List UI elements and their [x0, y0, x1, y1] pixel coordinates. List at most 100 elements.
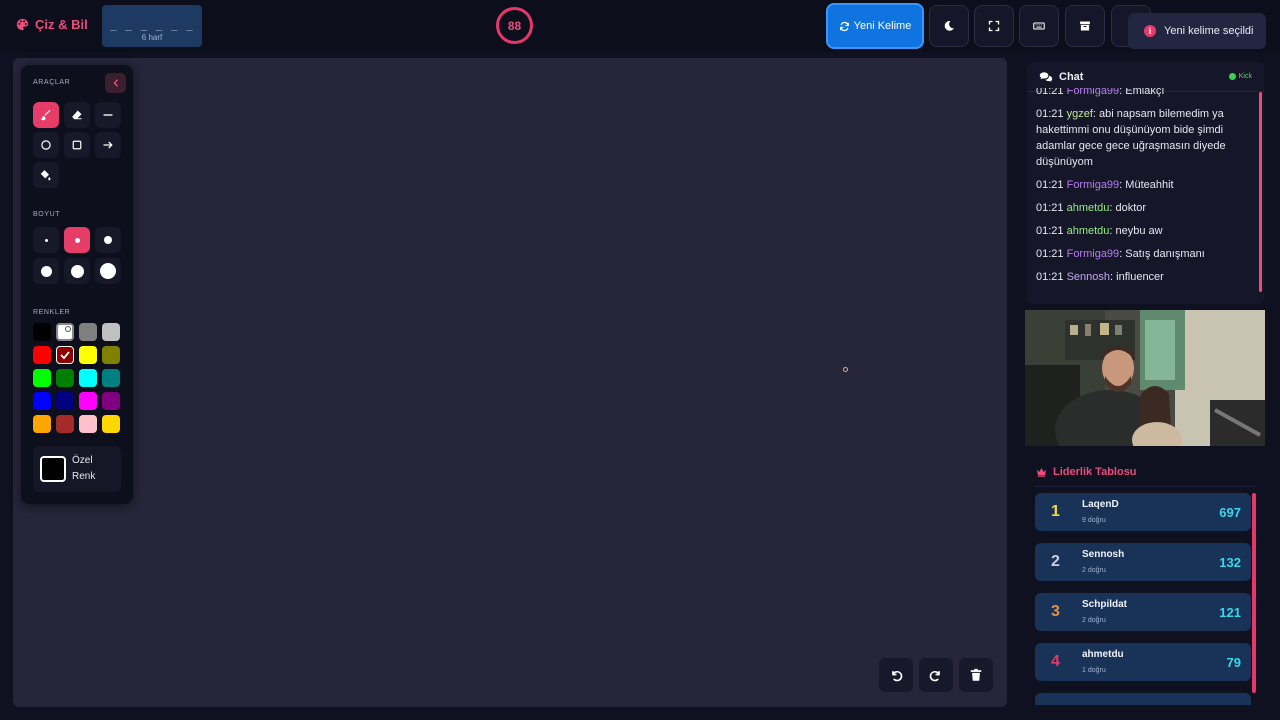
player-correct-count: 9 doğru	[1082, 517, 1106, 524]
message-time: 01:21	[1036, 179, 1064, 191]
color-swatch[interactable]	[33, 392, 51, 410]
size-option-4[interactable]	[33, 258, 59, 284]
moon-icon	[944, 21, 954, 31]
leaderboard-scrollbar[interactable]	[1252, 493, 1256, 693]
color-swatch[interactable]	[56, 369, 74, 387]
size-dot	[44, 238, 48, 242]
chat-message: 01:21 ahmetdu: doktor	[1036, 200, 1254, 216]
undo-icon	[892, 670, 903, 682]
rank-number: 2	[1051, 553, 1060, 570]
color-swatch[interactable]	[33, 369, 51, 387]
drawing-canvas[interactable]	[13, 58, 1007, 707]
message-text: : doktor	[1109, 202, 1147, 214]
size-dot	[70, 264, 84, 278]
size-option-2[interactable]	[64, 227, 90, 253]
archive-button[interactable]	[1065, 5, 1105, 47]
color-swatch[interactable]	[56, 392, 74, 410]
size-section-label: BOYUT	[33, 211, 61, 218]
rank-number: 3	[1051, 603, 1060, 620]
comments-icon	[1039, 72, 1053, 82]
color-swatch[interactable]	[79, 415, 97, 433]
line-icon	[103, 114, 113, 116]
brush-icon	[40, 109, 51, 121]
player-name: LaqenD	[1082, 499, 1119, 510]
brush-cursor	[843, 367, 848, 372]
fill-tool[interactable]	[33, 162, 59, 188]
swatch-ring-icon	[65, 326, 71, 332]
archive-icon	[1080, 21, 1090, 31]
info-circle-icon: i	[1144, 25, 1156, 37]
clear-canvas-button[interactable]	[959, 658, 993, 692]
color-swatch[interactable]	[33, 346, 51, 364]
message-user: Formiga99	[1066, 179, 1120, 191]
tools-panel: ARAÇLAR BOYUT RENKLER Özel Renk	[21, 65, 133, 504]
brush-tool[interactable]	[33, 102, 59, 128]
message-time: 01:21	[1036, 248, 1064, 260]
leaderboard-title-label: Liderlik Tablosu	[1053, 466, 1137, 478]
color-swatch[interactable]	[56, 346, 74, 364]
arrow-right-icon	[103, 141, 113, 149]
player-score: 121	[1219, 605, 1241, 620]
circle-tool[interactable]	[33, 132, 59, 158]
player-correct-count: 2 doğru	[1082, 567, 1106, 574]
arrow-tool[interactable]	[95, 132, 121, 158]
chat-message: 01:21 Formiga99: Satış danışmanı	[1036, 246, 1254, 262]
size-dot	[104, 236, 112, 244]
leaderboard-divider	[1035, 486, 1256, 487]
chat-scrollbar[interactable]	[1259, 92, 1262, 292]
paint-bucket-icon	[40, 170, 51, 181]
color-swatch[interactable]	[33, 323, 51, 341]
color-swatch[interactable]	[79, 392, 97, 410]
rectangle-tool[interactable]	[64, 132, 90, 158]
size-option-6[interactable]	[95, 258, 121, 284]
color-swatch[interactable]	[102, 346, 120, 364]
color-swatch[interactable]	[102, 323, 120, 341]
undo-button[interactable]	[879, 658, 913, 692]
crown-icon	[1036, 468, 1047, 477]
color-swatch[interactable]	[102, 369, 120, 387]
color-swatch[interactable]	[102, 415, 120, 433]
color-swatch[interactable]	[33, 415, 51, 433]
keyboard-button[interactable]	[1019, 5, 1059, 47]
rank-number: 1	[1051, 503, 1060, 520]
color-swatch[interactable]	[56, 323, 74, 341]
message-text: : neybu aw	[1109, 225, 1163, 237]
message-text: : influencer	[1110, 271, 1164, 283]
size-option-3[interactable]	[95, 227, 121, 253]
word-mask: _ _ _ _ _ _	[110, 18, 194, 31]
new-word-button[interactable]: Yeni Kelime	[826, 3, 924, 49]
chat-message: 01:21 ahmetdu: neybu aw	[1036, 223, 1254, 239]
check-icon	[60, 351, 70, 360]
custom-color-label: Özel Renk	[72, 455, 96, 482]
size-dot	[74, 237, 80, 243]
size-dot	[40, 265, 52, 277]
message-time: 01:21	[1036, 271, 1064, 283]
player-correct-count: 1 doğru	[1082, 667, 1106, 674]
chat-title-label: Chat	[1059, 71, 1084, 83]
leaderboard-row-partial	[1035, 693, 1251, 705]
color-swatch[interactable]	[79, 369, 97, 387]
message-text: : Emlakçı	[1119, 88, 1165, 97]
line-tool[interactable]	[95, 102, 121, 128]
color-swatch[interactable]	[79, 323, 97, 341]
redo-button[interactable]	[919, 658, 953, 692]
player-name: ahmetdu	[1082, 649, 1124, 660]
size-dot	[100, 263, 116, 279]
custom-color-button[interactable]: Özel Renk	[33, 446, 121, 492]
size-option-5[interactable]	[64, 258, 90, 284]
size-option-1[interactable]	[33, 227, 59, 253]
collapse-panel-button[interactable]	[105, 73, 126, 93]
app-title: Çiz & Bil	[35, 17, 88, 32]
color-swatch[interactable]	[56, 415, 74, 433]
toast-message: Yeni kelime seçildi	[1164, 25, 1254, 37]
theme-toggle-button[interactable]	[929, 5, 969, 47]
chevron-left-icon	[112, 79, 118, 87]
color-swatch[interactable]	[79, 346, 97, 364]
eraser-tool[interactable]	[64, 102, 90, 128]
custom-color-preview	[40, 456, 66, 482]
trash-icon	[970, 668, 982, 681]
message-time: 01:21	[1036, 202, 1064, 214]
color-swatch[interactable]	[102, 392, 120, 410]
fullscreen-button[interactable]	[974, 5, 1014, 47]
top-bar: Çiz & Bil _ _ _ _ _ _ 6 harf 88 Yeni Kel…	[0, 0, 1280, 52]
